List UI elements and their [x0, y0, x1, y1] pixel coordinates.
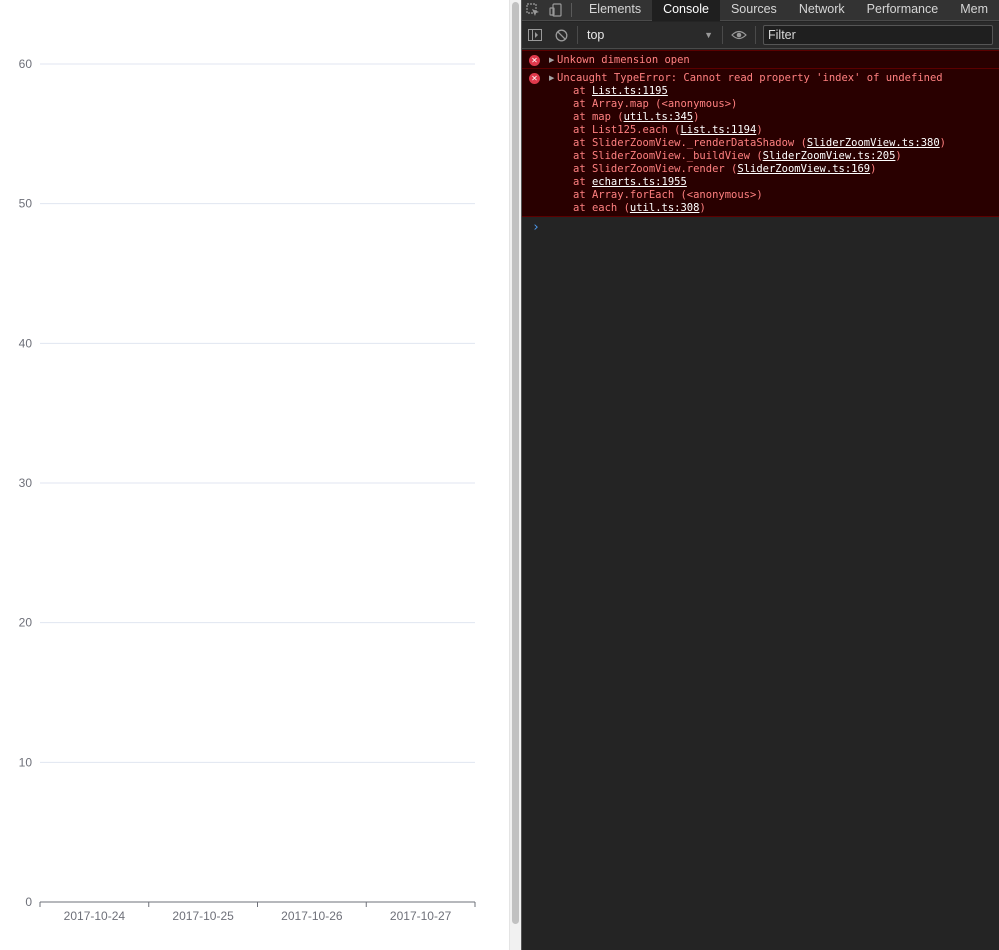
console-error-message[interactable]: ✕ ▶ Uncaught TypeError: Cannot read prop… — [522, 69, 999, 217]
toolbar-separator — [577, 26, 578, 44]
console-toolbar: top ▼ — [522, 22, 999, 49]
stack-frame-text: at SliderZoomView.render ( — [573, 163, 738, 175]
stack-frame-text: at — [573, 176, 592, 188]
stack-frame-text: ) — [870, 163, 877, 175]
error-text: Uncaught TypeError: Cannot read property… — [557, 72, 943, 84]
stack-frame-text: ) — [756, 124, 763, 136]
stack-frame-text: ) — [693, 111, 700, 123]
tab-network[interactable]: Network — [788, 0, 856, 21]
stack-frame-text: ) — [699, 202, 706, 214]
y-tick-label: 30 — [19, 476, 33, 490]
stack-frame: at echarts.ts:1955 — [573, 176, 687, 189]
stack-frame-text: at Array.forEach (<anonymous>) — [573, 189, 763, 201]
live-expression-icon[interactable] — [726, 22, 752, 48]
stack-frame: at map (util.ts:345) — [573, 111, 699, 124]
tab-elements[interactable]: Elements — [578, 0, 652, 21]
source-link[interactable]: List.ts:1194 — [680, 124, 756, 136]
context-selector-value: top — [587, 28, 605, 42]
source-link[interactable]: SliderZoomView.ts:380 — [807, 137, 940, 149]
stack-frame-text: ) — [895, 150, 902, 162]
stack-frame: at each (util.ts:308) — [573, 202, 706, 215]
stack-frame-text: at — [573, 85, 592, 97]
error-icon: ✕ — [529, 55, 540, 66]
source-link[interactable]: echarts.ts:1955 — [592, 176, 687, 188]
expand-triangle-icon[interactable]: ▶ — [549, 74, 554, 82]
y-tick-label: 60 — [19, 57, 33, 71]
stack-frame-text: at SliderZoomView._renderDataShadow ( — [573, 137, 807, 149]
devtools-tab-bar: Elements Console Sources Network Perform… — [522, 0, 999, 21]
device-toolbar-icon[interactable] — [545, 0, 568, 21]
stack-frame-text: ) — [939, 137, 946, 149]
source-link[interactable]: SliderZoomView.ts:205 — [763, 150, 896, 162]
toolbar-separator — [755, 26, 756, 44]
chevron-down-icon: ▼ — [704, 30, 713, 40]
source-link[interactable]: util.ts:308 — [630, 202, 700, 214]
stack-frame-text: at each ( — [573, 202, 630, 214]
console-messages: ✕ ▶ Unkown dimension open ✕ ▶ Uncaught T… — [522, 50, 999, 950]
console-error-message[interactable]: ✕ ▶ Unkown dimension open — [522, 50, 999, 69]
page-scrollbar[interactable] — [509, 0, 521, 950]
x-tick-label: 2017-10-27 — [390, 909, 452, 923]
expand-triangle-icon[interactable]: ▶ — [549, 56, 554, 64]
stack-frame: at SliderZoomView.render (SliderZoomView… — [573, 163, 876, 176]
y-tick-label: 40 — [19, 336, 33, 350]
source-link[interactable]: List.ts:1195 — [592, 85, 668, 97]
tab-performance[interactable]: Performance — [856, 0, 950, 21]
sidebar-toggle-icon[interactable] — [522, 22, 548, 48]
toolbar-separator — [722, 26, 723, 44]
bar-chart: 0 10 20 30 40 50 60 2017-10-24 2017-10-25 2017-10… — [19, 57, 476, 923]
stack-frame: at List.ts:1195 — [573, 85, 668, 98]
stack-frame: at Array.map (<anonymous>) — [573, 98, 737, 111]
page-scrollbar-thumb[interactable] — [512, 2, 519, 924]
source-link[interactable]: SliderZoomView.ts:169 — [737, 163, 870, 175]
context-selector[interactable]: top ▼ — [581, 24, 719, 46]
stack-frame: at SliderZoomView._buildView (SliderZoom… — [573, 150, 902, 163]
error-icon: ✕ — [529, 73, 540, 84]
toolbar-separator — [571, 3, 572, 17]
source-link[interactable]: util.ts:345 — [624, 111, 694, 123]
y-tick-label: 20 — [19, 616, 33, 630]
tab-memory[interactable]: Mem — [949, 0, 999, 21]
filter-input[interactable] — [763, 25, 993, 45]
stack-frame-text: at List125.each ( — [573, 124, 681, 136]
y-tick-label: 50 — [19, 197, 33, 211]
prompt-chevron-icon: › — [532, 220, 540, 235]
stack-frame-text: at SliderZoomView._buildView ( — [573, 150, 763, 162]
x-tick-label: 2017-10-24 — [64, 909, 126, 923]
clear-console-icon[interactable] — [548, 22, 574, 48]
devtools-panel: Elements Console Sources Network Perform… — [522, 0, 999, 950]
stack-frame-text: at Array.map (<anonymous>) — [573, 98, 738, 110]
tab-console[interactable]: Console — [652, 0, 720, 21]
error-text: Unkown dimension open — [557, 54, 690, 66]
console-prompt[interactable]: › — [522, 220, 999, 238]
x-tick-label: 2017-10-26 — [281, 909, 343, 923]
x-tick-label: 2017-10-25 — [172, 909, 234, 923]
y-tick-label: 0 — [25, 895, 32, 909]
inspect-element-icon[interactable] — [522, 0, 545, 21]
chart-area: 0 10 20 30 40 50 60 2017-10-24 2017-10-25 2017-10… — [0, 0, 509, 950]
stack-frame: at SliderZoomView._renderDataShadow (Sli… — [573, 137, 946, 150]
stack-frame: at Array.forEach (<anonymous>) — [573, 189, 763, 202]
stack-frame-text: at map ( — [573, 111, 624, 123]
tab-sources[interactable]: Sources — [720, 0, 788, 21]
y-tick-label: 10 — [19, 755, 33, 769]
stack-frame: at List125.each (List.ts:1194) — [573, 124, 763, 137]
